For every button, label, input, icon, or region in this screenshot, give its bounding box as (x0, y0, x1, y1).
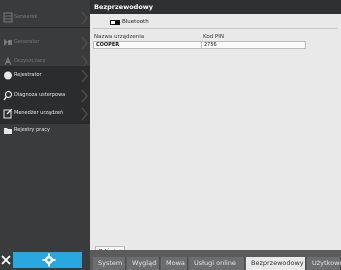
sidebar-item-server[interactable]: Serwerek (0, 8, 90, 28)
sidebar-item-label: Rejestry pracy (14, 127, 50, 133)
diagnostics-icon (3, 90, 13, 101)
chevron-right-icon (81, 69, 88, 83)
tab-label: Bezprzewodowy (251, 259, 304, 267)
tab-label: Wygląd (132, 259, 157, 267)
sidebar-item-label: Generator (14, 39, 40, 45)
pin-value: 2756 (204, 42, 217, 48)
device-manager-icon (3, 108, 13, 119)
tab-wireless[interactable]: Bezprzewodowy (246, 257, 306, 270)
settings-button[interactable] (13, 252, 82, 268)
tab-label: Mowa (166, 259, 185, 267)
sidebar-item-label: Rejestrator (14, 72, 42, 78)
tab-bar: System Wygląd Mowa Usługi online Bezprze… (90, 250, 341, 270)
page-title: Bezprzewodowy (94, 3, 154, 11)
sidebar-item-recorder[interactable]: Rejestrator (0, 66, 90, 86)
recorder-icon (4, 71, 12, 80)
generator-icon (4, 39, 12, 46)
tab-appearance[interactable]: Wygląd (127, 257, 160, 270)
chevron-right-icon (81, 89, 88, 103)
tab-label: Użytkownicy (312, 259, 341, 267)
tab-label: Usługi online (194, 259, 236, 267)
sidebar-item-label: Serwerek (14, 14, 38, 20)
sidebar-item-generator[interactable]: Generator (0, 33, 90, 53)
tab-label: System (98, 259, 123, 267)
tab-users[interactable]: Użytkownicy (307, 257, 341, 270)
sidebar: Serwerek Generator Oczyszczacz Rejestrat… (0, 0, 90, 250)
gear-icon (42, 253, 56, 267)
server-icon (3, 12, 13, 23)
device-name-field[interactable]: COOPER (93, 41, 202, 49)
panel-header: Bezprzewodowy (90, 0, 341, 14)
chevron-right-icon (81, 107, 88, 121)
settings-panel: Bluetooth Nazwa urządzenia Kod PIN COOPE… (90, 14, 341, 258)
tab-online-services[interactable]: Usługi online (189, 257, 245, 270)
sidebar-item-label: Menedżer urządzeń (14, 110, 64, 116)
device-name-value: COOPER (96, 42, 120, 48)
tab-system[interactable]: System (93, 257, 126, 270)
bluetooth-label: Bluetooth (122, 19, 149, 25)
sidebar-item-label: Diagnoza usterpowa (14, 92, 66, 98)
pin-label: Kod PIN (203, 34, 224, 40)
bottom-left-bar (0, 250, 90, 270)
chevron-right-icon (81, 11, 88, 25)
chevron-right-icon (81, 36, 88, 50)
sidebar-item-label: Oczyszczacz (14, 58, 46, 64)
toggle-knob (111, 21, 115, 24)
sidebar-item-diagnostics[interactable]: Diagnoza usterpowa (0, 86, 90, 106)
sidebar-item-work-logs[interactable]: Rejestry pracy (0, 121, 90, 141)
folder-icon (4, 128, 12, 134)
device-name-label: Nazwa urządzenia (94, 34, 145, 40)
bluetooth-toggle[interactable] (110, 20, 120, 25)
pin-field[interactable]: 2756 (201, 41, 306, 49)
close-icon[interactable] (1, 253, 11, 267)
tab-speech[interactable]: Mowa (161, 257, 188, 270)
bluetooth-row: Bluetooth (93, 17, 338, 29)
